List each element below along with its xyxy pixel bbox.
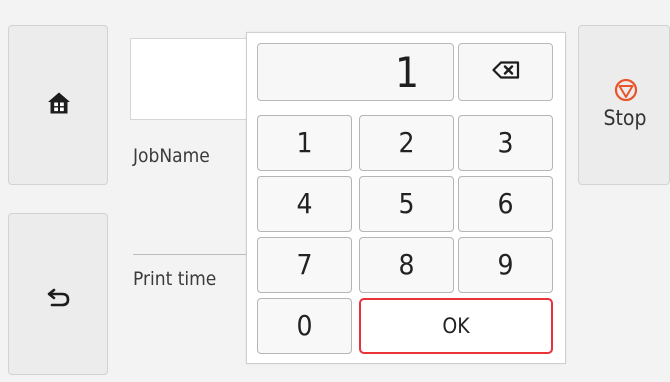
backspace-icon [492, 61, 520, 79]
key-8[interactable]: 8 [359, 237, 454, 293]
key-6[interactable]: 6 [458, 176, 553, 232]
stop-label: Stop [603, 106, 647, 130]
key-4[interactable]: 4 [257, 176, 352, 232]
key-9[interactable]: 9 [458, 237, 553, 293]
home-button[interactable] [8, 25, 108, 185]
key-1[interactable]: 1 [257, 115, 352, 171]
print-time-label: Print time [133, 268, 217, 290]
job-name-label: JobName [133, 145, 210, 167]
key-5[interactable]: 5 [359, 176, 454, 232]
job-thumbnail [130, 38, 250, 120]
key-7[interactable]: 7 [257, 237, 352, 293]
stop-button[interactable]: Stop [578, 25, 670, 185]
back-button[interactable] [8, 213, 108, 375]
key-3[interactable]: 3 [458, 115, 553, 171]
ok-button[interactable]: OK [359, 298, 553, 354]
number-display: 1 [257, 43, 454, 101]
stop-icon [614, 78, 638, 102]
key-0[interactable]: 0 [257, 298, 352, 354]
numeric-keypad: 1 1 2 3 4 5 6 7 8 9 0 OK [246, 32, 566, 364]
print-status-screen: Stop JobName Print time 1 1 2 3 4 5 6 7 … [0, 0, 670, 382]
backspace-button[interactable] [458, 43, 553, 101]
display-value: 1 [394, 48, 419, 97]
divider [133, 254, 253, 255]
key-2[interactable]: 2 [359, 115, 454, 171]
home-icon [48, 92, 70, 114]
back-icon [47, 288, 70, 307]
